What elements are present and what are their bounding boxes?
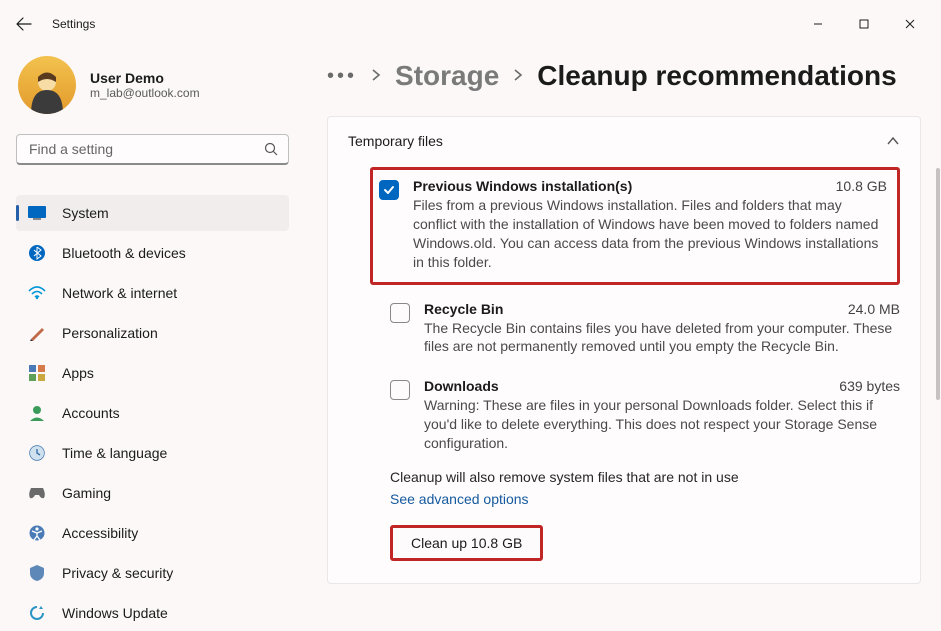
apps-icon bbox=[28, 364, 46, 382]
file-row-previous-windows[interactable]: Previous Windows installation(s) 10.8 GB… bbox=[379, 178, 887, 272]
gamepad-icon bbox=[28, 484, 46, 502]
sidebar-item-privacy[interactable]: Privacy & security bbox=[16, 555, 289, 591]
chevron-icon bbox=[513, 68, 523, 85]
sidebar-item-label: Time & language bbox=[62, 445, 167, 461]
nav-list: System Bluetooth & devices Network & int… bbox=[16, 195, 289, 631]
sidebar-item-personalization[interactable]: Personalization bbox=[16, 315, 289, 351]
highlight-annotation: Previous Windows installation(s) 10.8 GB… bbox=[370, 167, 900, 285]
profile-email: m_lab@outlook.com bbox=[90, 86, 200, 100]
content-area: ••• Storage Cleanup recommendations Temp… bbox=[305, 48, 941, 631]
sidebar: User Demo m_lab@outlook.com System Bluet… bbox=[0, 48, 305, 631]
sidebar-item-label: Windows Update bbox=[62, 605, 168, 621]
search-input[interactable] bbox=[29, 141, 264, 157]
sidebar-item-label: System bbox=[62, 205, 109, 221]
close-button[interactable] bbox=[887, 8, 933, 40]
scrollbar[interactable] bbox=[936, 168, 940, 400]
chevron-up-icon bbox=[886, 136, 900, 146]
profile-name: User Demo bbox=[90, 70, 200, 86]
sidebar-item-update[interactable]: Windows Update bbox=[16, 595, 289, 631]
shield-icon bbox=[28, 564, 46, 582]
temporary-files-panel: Temporary files Previous Windows install… bbox=[327, 116, 921, 584]
file-row-downloads[interactable]: Downloads 639 bytes Warning: These are f… bbox=[390, 370, 900, 467]
bluetooth-icon bbox=[28, 244, 46, 262]
titlebar: Settings bbox=[0, 0, 941, 48]
sidebar-item-label: Accounts bbox=[62, 405, 120, 421]
cleanup-button[interactable]: Clean up 10.8 GB bbox=[390, 525, 543, 561]
update-icon bbox=[28, 604, 46, 622]
search-field[interactable] bbox=[16, 134, 289, 165]
arrow-left-icon bbox=[16, 16, 32, 32]
sidebar-item-label: Network & internet bbox=[62, 285, 177, 301]
sidebar-item-label: Personalization bbox=[62, 325, 158, 341]
sidebar-item-label: Privacy & security bbox=[62, 565, 173, 581]
file-size: 639 bytes bbox=[839, 378, 900, 394]
checkbox-previous-windows[interactable] bbox=[379, 180, 399, 200]
maximize-button[interactable] bbox=[841, 8, 887, 40]
file-title: Recycle Bin bbox=[424, 301, 503, 317]
checkbox-downloads[interactable] bbox=[390, 380, 410, 400]
sidebar-item-label: Accessibility bbox=[62, 525, 138, 541]
file-title: Downloads bbox=[424, 378, 499, 394]
panel-header[interactable]: Temporary files bbox=[328, 117, 920, 167]
file-size: 10.8 GB bbox=[836, 178, 887, 194]
avatar bbox=[18, 56, 76, 114]
sidebar-item-system[interactable]: System bbox=[16, 195, 289, 231]
sidebar-item-label: Apps bbox=[62, 365, 94, 381]
sidebar-item-bluetooth[interactable]: Bluetooth & devices bbox=[16, 235, 289, 271]
cleanup-note: Cleanup will also remove system files th… bbox=[390, 469, 900, 485]
file-title: Previous Windows installation(s) bbox=[413, 178, 632, 194]
advanced-options-link[interactable]: See advanced options bbox=[390, 491, 900, 507]
sidebar-item-gaming[interactable]: Gaming bbox=[16, 475, 289, 511]
sidebar-item-label: Gaming bbox=[62, 485, 111, 501]
breadcrumb: ••• Storage Cleanup recommendations bbox=[327, 60, 921, 92]
sidebar-item-time[interactable]: Time & language bbox=[16, 435, 289, 471]
clock-icon bbox=[28, 444, 46, 462]
person-icon bbox=[28, 404, 46, 422]
sidebar-item-apps[interactable]: Apps bbox=[16, 355, 289, 391]
accessibility-icon bbox=[28, 524, 46, 542]
chevron-icon bbox=[371, 68, 381, 85]
search-icon bbox=[264, 142, 278, 156]
brush-icon bbox=[28, 324, 46, 342]
file-row-recycle-bin[interactable]: Recycle Bin 24.0 MB The Recycle Bin cont… bbox=[390, 293, 900, 371]
wifi-icon bbox=[28, 284, 46, 302]
sidebar-item-network[interactable]: Network & internet bbox=[16, 275, 289, 311]
profile-area[interactable]: User Demo m_lab@outlook.com bbox=[16, 56, 289, 114]
window-title: Settings bbox=[52, 17, 95, 31]
file-desc: Files from a previous Windows installati… bbox=[413, 196, 887, 272]
back-button[interactable] bbox=[8, 8, 40, 40]
file-desc: Warning: These are files in your persona… bbox=[424, 396, 900, 453]
page-title: Cleanup recommendations bbox=[537, 60, 896, 92]
file-size: 24.0 MB bbox=[848, 301, 900, 317]
system-icon bbox=[28, 204, 46, 222]
sidebar-item-accounts[interactable]: Accounts bbox=[16, 395, 289, 431]
check-icon bbox=[383, 184, 395, 196]
minimize-button[interactable] bbox=[795, 8, 841, 40]
checkbox-recycle-bin[interactable] bbox=[390, 303, 410, 323]
sidebar-item-label: Bluetooth & devices bbox=[62, 245, 186, 261]
breadcrumb-storage[interactable]: Storage bbox=[395, 60, 499, 92]
sidebar-item-accessibility[interactable]: Accessibility bbox=[16, 515, 289, 551]
file-desc: The Recycle Bin contains files you have … bbox=[424, 319, 900, 357]
panel-title: Temporary files bbox=[348, 133, 443, 149]
breadcrumb-more-icon[interactable]: ••• bbox=[327, 65, 357, 88]
